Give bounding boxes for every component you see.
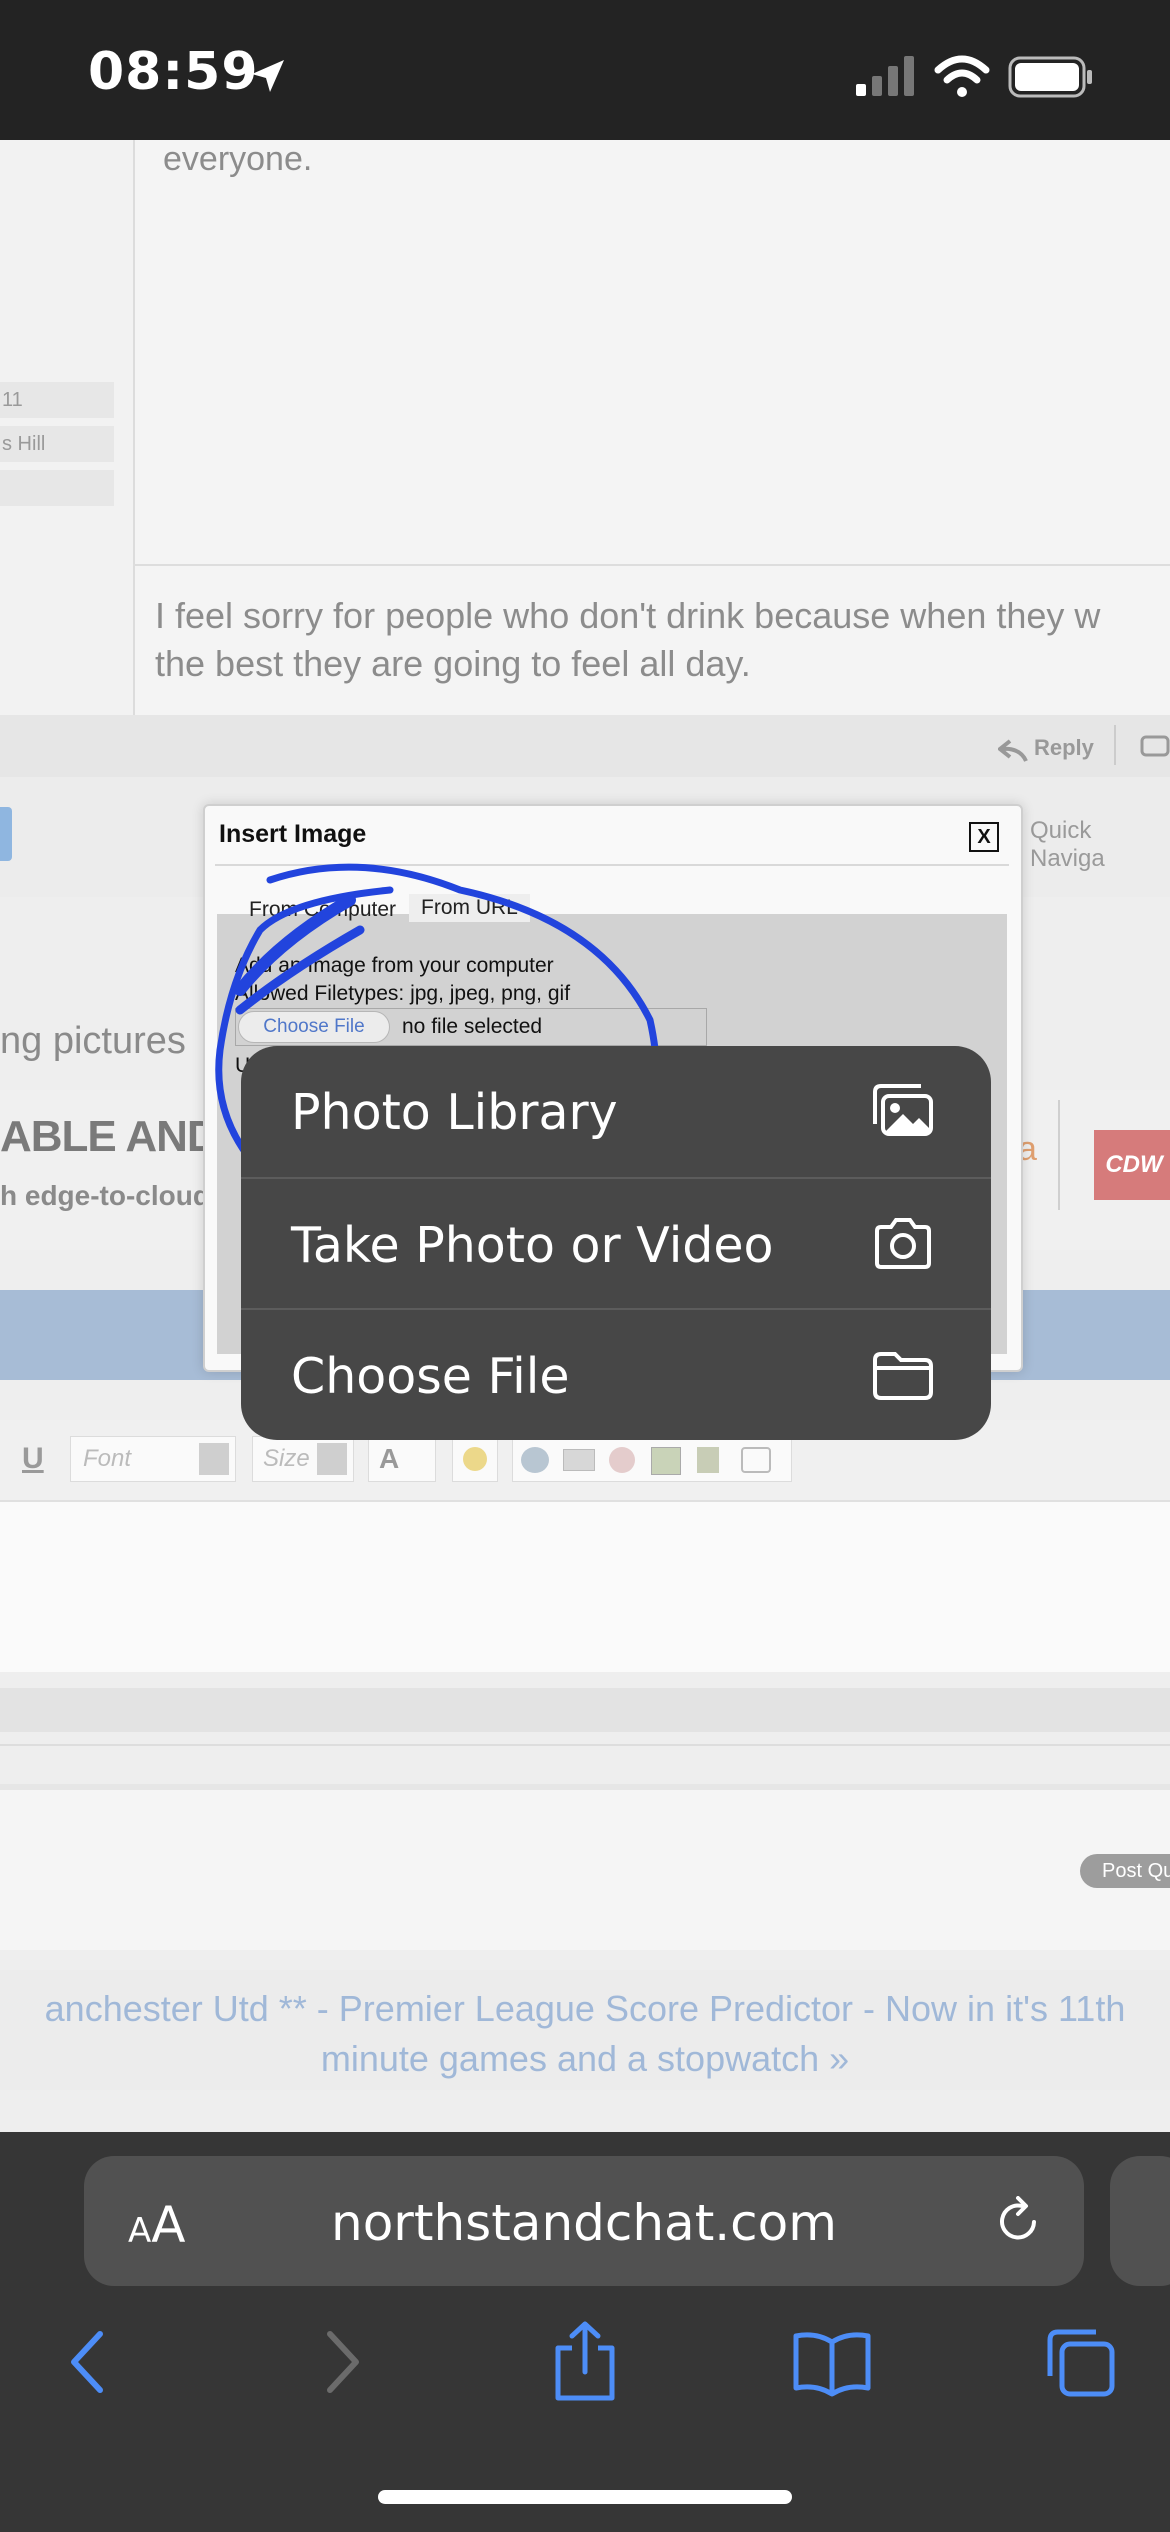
- signature-line: I feel sorry for people who don't drink …: [155, 595, 1101, 636]
- next-thread-line: anchester Utd ** - Premier League Score …: [44, 1988, 1126, 2029]
- battery-icon: [1008, 56, 1092, 98]
- insert-buttons-group: [512, 1436, 792, 1482]
- signature-line: the best they are going to feel all day.: [155, 643, 751, 684]
- chevron-down-icon: [199, 1443, 229, 1475]
- menu-item-label: Take Photo or Video: [291, 1217, 774, 1274]
- status-bar: 08:59: [0, 0, 1170, 140]
- ad-logo: CDW: [1094, 1130, 1170, 1200]
- url-text: northstandchat.com: [331, 2194, 837, 2252]
- underline-button[interactable]: U: [22, 1442, 44, 1476]
- next-thread-link[interactable]: anchester Utd ** - Premier League Score …: [0, 1970, 1170, 2090]
- quote-icon[interactable]: [741, 1447, 771, 1473]
- post-user-column: 11 s Hill: [0, 140, 133, 715]
- dialog-close-button[interactable]: X: [969, 822, 999, 852]
- menu-item-label: Choose File: [291, 1348, 570, 1405]
- share-icon[interactable]: [550, 2320, 620, 2404]
- post-text: everyone.: [163, 140, 313, 178]
- message-editor[interactable]: [0, 1502, 1170, 1672]
- section-heading: ng pictures: [0, 1020, 186, 1062]
- action-divider: [1114, 725, 1116, 765]
- back-icon[interactable]: [64, 2328, 114, 2398]
- reply-button[interactable]: Reply: [1034, 735, 1094, 761]
- post-signature: I feel sorry for people who don't drink …: [155, 592, 1100, 688]
- editor-footer: [0, 1688, 1170, 1732]
- home-indicator: [378, 2490, 792, 2504]
- next-thread-line: minute games and a stopwatch »: [320, 2038, 850, 2079]
- smilies-button[interactable]: [452, 1436, 498, 1482]
- user-field-posts: [0, 470, 114, 506]
- browser-toolbar: AA northstandchat.com: [0, 2132, 1170, 2532]
- link-icon[interactable]: [521, 1447, 549, 1473]
- color-select[interactable]: A: [368, 1436, 436, 1482]
- post-action-bar: Reply: [0, 715, 1170, 777]
- ad-divider: [1058, 1100, 1060, 1210]
- clock: 08:59: [88, 42, 259, 102]
- tabs-icon[interactable]: [1044, 2326, 1118, 2400]
- menu-item-choose-file[interactable]: Choose File: [241, 1310, 991, 1440]
- size-select-label: Size: [263, 1445, 310, 1472]
- color-select-label: A: [379, 1443, 400, 1474]
- smiley-icon: [463, 1447, 487, 1471]
- quote-icon[interactable]: [1140, 735, 1170, 761]
- post-quick-reply-button[interactable]: Post Qu: [1080, 1854, 1170, 1888]
- menu-item-photo-library[interactable]: Photo Library: [241, 1046, 991, 1177]
- insert-image-icon[interactable]: [651, 1447, 681, 1475]
- reply-arrow-icon: [998, 739, 1028, 762]
- cellular-signal-icon: [856, 56, 914, 96]
- menu-item-label: Photo Library: [291, 1084, 618, 1141]
- menu-item-take-photo[interactable]: Take Photo or Video: [241, 1179, 991, 1310]
- email-icon[interactable]: [563, 1449, 595, 1471]
- wifi-icon: [934, 55, 990, 97]
- post-quick-reply-area: Post Qu: [0, 1790, 1170, 1950]
- size-select[interactable]: Size: [252, 1436, 354, 1482]
- location-arrow-icon: [252, 60, 284, 92]
- reload-icon[interactable]: [994, 2196, 1044, 2246]
- photo-library-icon: [873, 1084, 933, 1136]
- insert-video-icon[interactable]: [697, 1447, 719, 1473]
- signature-divider: [133, 564, 1170, 566]
- next-tab-preview[interactable]: [1110, 2156, 1170, 2286]
- bookmarks-icon[interactable]: [792, 2328, 872, 2398]
- folder-icon: [873, 1352, 933, 1400]
- quick-navigation[interactable]: Quick Naviga: [1030, 817, 1170, 873]
- user-field-join-date: 11: [0, 382, 114, 418]
- page-button[interactable]: [0, 807, 12, 861]
- address-bar[interactable]: AA northstandchat.com: [84, 2156, 1084, 2286]
- divider: [0, 1744, 1170, 1746]
- forward-icon[interactable]: [316, 2328, 366, 2398]
- file-source-menu: Photo Library Take Photo or Video Choose…: [241, 1046, 991, 1440]
- unlink-icon[interactable]: [609, 1447, 635, 1473]
- next-thread-text: anchester Utd ** - Premier League Score …: [0, 1984, 1170, 2084]
- camera-icon: [875, 1218, 931, 1269]
- font-select-label: Font: [83, 1445, 132, 1472]
- font-select[interactable]: Font: [70, 1436, 236, 1482]
- chevron-down-icon: [317, 1443, 347, 1475]
- dialog-title: Insert Image: [219, 820, 367, 848]
- user-field-location: s Hill: [0, 426, 114, 462]
